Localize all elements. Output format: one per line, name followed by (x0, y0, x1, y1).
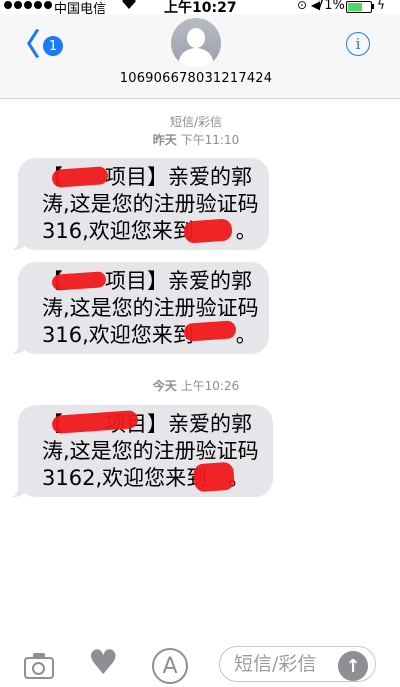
send-button[interactable]: ↑ (338, 651, 368, 681)
info-button[interactable]: i (346, 32, 370, 56)
message-line: 涛,这是您的注册验证码 (42, 439, 259, 463)
contact-number[interactable]: 106906678031217424 (0, 71, 392, 86)
message-line: 涛,这是您的注册验证码 (42, 296, 259, 320)
arrow-up-icon: ↑ (345, 655, 361, 677)
timestamp-group-2: 今天 上午10:26 (0, 377, 392, 394)
message-bubble[interactable]: 【 项目】亲爱的郭 涛,这是您的注册验证码 3162,欢迎您来到 。 (8, 405, 273, 498)
navigation-bar: 〈 1 106906678031217424 i (0, 14, 400, 99)
timestamp-day: 今天 (152, 379, 177, 393)
back-button[interactable]: 〈 1 (10, 28, 63, 63)
timestamp-time: 上午10:26 (180, 379, 240, 393)
avatar-body (179, 48, 213, 68)
unread-count-badge: 1 (43, 36, 63, 56)
redaction-mark (183, 218, 233, 244)
composer-toolbar: ♥ A 短信/彩信 ↑ (0, 640, 400, 687)
app-store-button[interactable]: A (152, 648, 188, 684)
battery-percent: 71% (316, 0, 345, 13)
digital-touch-button[interactable]: ♥ (88, 646, 124, 680)
message-line: 涛,这是您的注册验证码 (42, 192, 259, 216)
avatar-head (187, 28, 205, 48)
signal-strength-icon (4, 1, 52, 9)
timestamp-group-1: 昨天 下午11:10 (0, 131, 392, 148)
timestamp-time: 下午11:10 (180, 133, 240, 147)
message-bubble[interactable]: 【 项目】亲爱的郭 涛,这是您的注册验证码 316,欢迎您来到 。 (8, 262, 269, 355)
message-input-placeholder: 短信/彩信 (234, 653, 317, 675)
redaction-mark (183, 320, 237, 342)
message-bubble[interactable]: 【 项目】亲爱的郭 涛,这是您的注册验证码 316,欢迎您来到 。 (8, 158, 269, 251)
battery-level (348, 3, 362, 11)
app-store-icon: A (162, 653, 178, 679)
charging-icon: ϟ (377, 0, 385, 12)
heart-icon: ♥ (88, 643, 119, 683)
battery-icon (346, 1, 372, 13)
camera-button[interactable] (22, 651, 58, 681)
info-icon: i (355, 35, 361, 53)
battery-tip (372, 4, 374, 9)
timestamp-day: 昨天 (152, 133, 177, 147)
camera-lens-icon (32, 662, 45, 675)
contact-avatar[interactable] (171, 18, 221, 68)
wifi-icon (121, 0, 137, 14)
status-bar: 中国电信 上午10:27 ⊙ ◀ 71% ϟ (0, 0, 400, 17)
chevron-left-icon: 〈 (10, 28, 40, 63)
redaction-mark (193, 461, 235, 493)
service-label: 短信/彩信 (169, 115, 223, 129)
